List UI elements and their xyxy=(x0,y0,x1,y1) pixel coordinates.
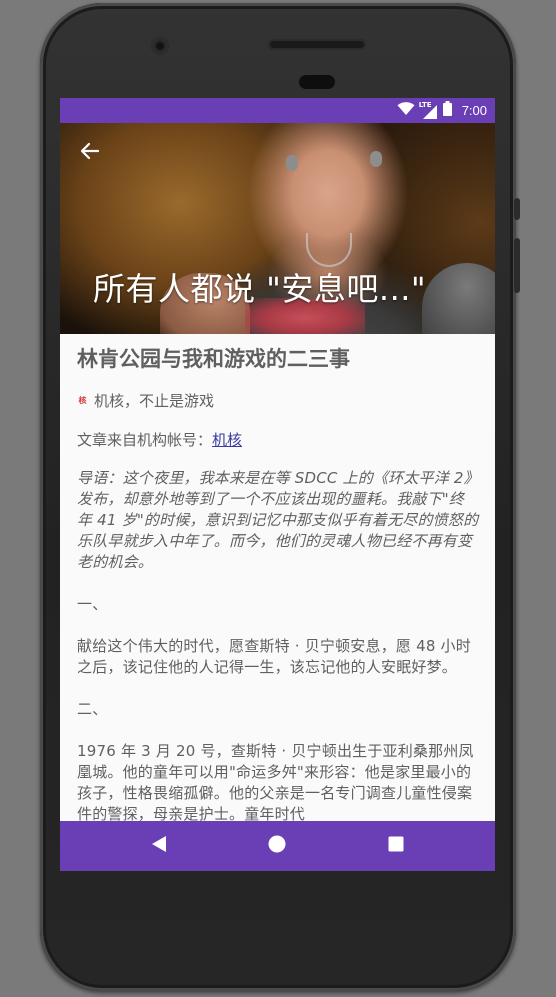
back-triangle-icon xyxy=(151,835,167,857)
article-title: 林肯公园与我和游戏的二三事 xyxy=(77,347,350,371)
lte-label: LTE xyxy=(418,100,432,109)
status-time: 7:00 xyxy=(461,103,487,118)
org-prefix: 文章来自机构帐号： xyxy=(77,431,213,449)
nav-home-button[interactable] xyxy=(257,826,297,866)
header-image: 所有人都说 "安息吧..." xyxy=(60,123,495,334)
article-intro: 导语：这个夜里，我本来是在等 SDCC 上的《环太平洋 2》发布，却意外地等到了… xyxy=(77,469,479,571)
arrow-back-icon xyxy=(80,141,100,165)
proximity-sensor xyxy=(299,75,335,89)
power-button xyxy=(514,198,520,220)
source-label: 机核，不止是游戏 xyxy=(94,392,215,410)
toolbar-title: 所有人都说 "安息吧..." xyxy=(93,270,427,308)
article-source: 核 机核，不止是游戏 xyxy=(77,390,479,411)
home-circle-icon xyxy=(268,835,286,857)
org-account-row: 文章来自机构帐号：机核 xyxy=(77,429,479,450)
lte-signal-icon: LTE xyxy=(418,100,437,119)
front-camera xyxy=(151,37,169,55)
wifi-icon xyxy=(397,101,415,120)
source-logo-icon: 核 xyxy=(78,396,87,405)
status-bar: LTE 7:00 xyxy=(60,98,495,123)
section-paragraph: 献给这个伟大的时代，愿查斯特 · 贝宁顿安息，愿 48 小时之后，该记住他的人记… xyxy=(77,637,471,676)
hero-necklace xyxy=(306,233,352,267)
navigation-bar xyxy=(60,821,495,871)
section-heading: 一、 xyxy=(77,595,108,613)
article-content[interactable]: 林肯公园与我和游戏的二三事 核 机核，不止是游戏 文章来自机构帐号：机核 导语：… xyxy=(60,334,495,821)
battery-icon xyxy=(442,101,452,120)
nav-back-button[interactable] xyxy=(139,826,179,866)
section-heading: 二、 xyxy=(77,700,108,718)
phone-screen: LTE 7:00 所有人都说 "安息吧..." 林肯公园与我和游戏的二三事 核 … xyxy=(60,98,495,871)
org-link[interactable]: 机核 xyxy=(212,431,242,449)
back-button[interactable] xyxy=(76,139,104,167)
recents-square-icon xyxy=(388,836,404,856)
hero-earpiece xyxy=(286,155,298,171)
section-paragraph: 1976 年 3 月 20 号，查斯特 · 贝宁顿出生于亚利桑那州凤凰城。他的童… xyxy=(77,742,474,821)
nav-recents-button[interactable] xyxy=(376,826,416,866)
hero-earpiece xyxy=(370,151,382,167)
earpiece-speaker xyxy=(268,39,366,50)
volume-button xyxy=(514,238,520,293)
